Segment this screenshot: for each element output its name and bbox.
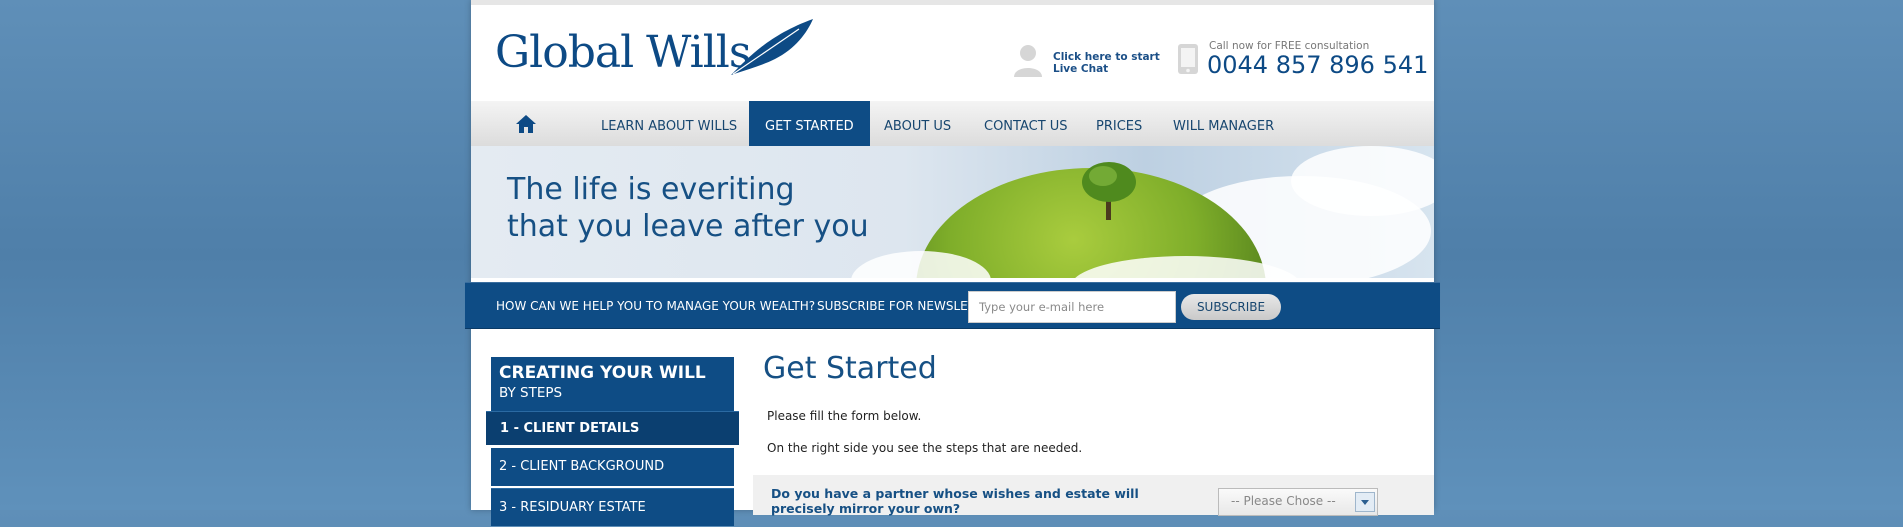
help-question[interactable]: HOW CAN WE HELP YOU TO MANAGE YOUR WEALT… (496, 299, 815, 313)
steps-hint-text: On the right side you see the steps that… (767, 441, 1083, 455)
steps-header: CREATING YOUR WILL BY STEPS (491, 357, 734, 411)
nav-contact-us[interactable]: CONTACT US (984, 101, 1068, 146)
select-value: -- Please Chose -- (1231, 494, 1336, 508)
page-container: Global Wills Click here to start Live Ch… (465, 0, 1440, 526)
live-chat-line1: Click here to start (1053, 51, 1160, 63)
nav-will-manager[interactable]: WILL MANAGER (1173, 101, 1274, 146)
live-chat-line2: Live Chat (1053, 63, 1109, 75)
phone-number: 0044 857 896 541 (1207, 51, 1429, 79)
nav-learn-about-wills[interactable]: LEARN ABOUT WILLS (601, 101, 737, 146)
subscribe-button[interactable]: SUBSCRIBE (1181, 294, 1281, 320)
tree-icon (1082, 162, 1136, 220)
nav-prices[interactable]: PRICES (1096, 101, 1142, 146)
main-nav: LEARN ABOUT WILLS GET STARTED ABOUT US C… (471, 101, 1434, 146)
user-icon[interactable] (1011, 43, 1045, 77)
home-icon[interactable] (515, 114, 537, 134)
page-title: Get Started (763, 351, 937, 386)
email-input[interactable] (968, 291, 1176, 323)
logo[interactable]: Global Wills (495, 27, 751, 78)
nav-get-started[interactable]: GET STARTED (749, 101, 870, 146)
steps-subtitle: BY STEPS (499, 385, 563, 401)
intro-text: Please fill the form below. (767, 409, 922, 423)
steps-title: CREATING YOUR WILL (499, 363, 706, 383)
newsletter-bar: HOW CAN WE HELP YOU TO MANAGE YOUR WEALT… (465, 282, 1440, 329)
nav-about-us[interactable]: ABOUT US (884, 101, 951, 146)
partner-question-row: Do you have a partner whose wishes and e… (753, 475, 1434, 516)
feather-icon (731, 19, 813, 75)
partner-select[interactable]: -- Please Chose -- (1218, 488, 1378, 516)
step-client-background[interactable]: 2 - CLIENT BACKGROUND (491, 448, 734, 486)
hero-banner: The life is everiting that you leave aft… (471, 146, 1434, 278)
live-chat-link[interactable]: Click here to start Live Chat (1053, 51, 1160, 75)
banner-line2: that you leave after you (507, 209, 869, 244)
partner-question: Do you have a partner whose wishes and e… (771, 486, 1139, 516)
banner-line1: The life is everiting (507, 172, 795, 207)
step-residuary-estate[interactable]: 3 - RESIDUARY ESTATE (491, 488, 734, 526)
chevron-down-icon[interactable] (1355, 492, 1375, 512)
step-client-details[interactable]: 1 - CLIENT DETAILS (486, 411, 739, 445)
phone-icon (1178, 44, 1198, 74)
